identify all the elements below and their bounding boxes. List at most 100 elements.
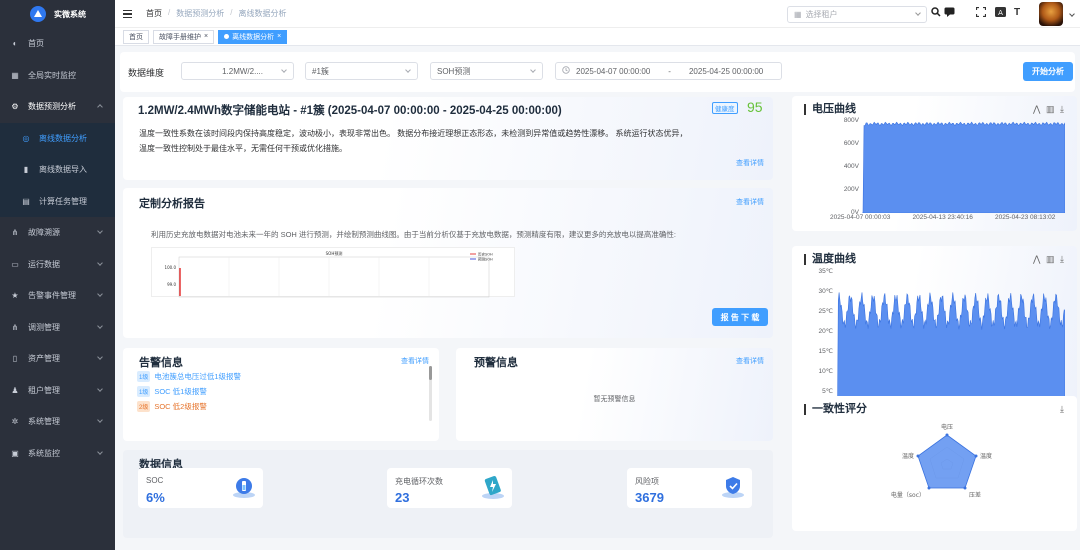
close-icon[interactable]: × bbox=[204, 33, 208, 40]
sidebar-item-6[interactable]: ⋔ 故障溯源 bbox=[0, 217, 115, 249]
date-end[interactable]: 2025-04-25 00:00:00 bbox=[689, 67, 763, 76]
alarm-item[interactable]: 1级 电池簇总电压过低1级报警 bbox=[137, 371, 241, 382]
charging-icon bbox=[482, 476, 504, 499]
download-icon[interactable]: ⤓ bbox=[1060, 104, 1064, 115]
fullscreen-icon[interactable] bbox=[975, 6, 987, 20]
report-detail-link[interactable]: 查看详情 bbox=[736, 197, 764, 207]
cluster-select[interactable]: #1簇 bbox=[305, 62, 418, 80]
chevron-icon bbox=[97, 228, 103, 234]
breadcrumb-home[interactable]: 首页 bbox=[146, 8, 162, 19]
chevron-icon bbox=[97, 448, 103, 455]
tenant-select[interactable]: ▦ 选择租户 bbox=[787, 6, 927, 23]
summary-detail-link[interactable]: 查看详情 bbox=[736, 158, 764, 168]
sidebar-item-13[interactable]: ▣ 系统监控 bbox=[0, 438, 115, 470]
sidebar-menu: ◐ 首页 ▦ 全局实时监控 ⚙ 数据预测分析 ◎ 离线数据分析 ▮ 离线数据导入 ▤ 计算任务管理 ⋔ 故… bbox=[0, 28, 115, 469]
alarm-item[interactable]: 1级 SOC 低1级报警 bbox=[137, 386, 207, 397]
sidebar-item-label: 离线数据分析 bbox=[39, 133, 87, 143]
tenant-placeholder: 选择租户 bbox=[805, 10, 838, 19]
user-avatar[interactable] bbox=[1039, 2, 1063, 26]
download-icon[interactable]: ⤓ bbox=[1060, 404, 1064, 415]
report-card: 定制分析报告 查看详情 利用历史充放电数据对电池未来一年的 SOH 进行预测，并… bbox=[123, 188, 773, 338]
tree-icon: ⋔ bbox=[11, 322, 19, 332]
sidebar-item-11[interactable]: ♟ 租户管理 bbox=[0, 375, 115, 407]
y-tick-label: 35℃ bbox=[818, 268, 833, 275]
cluster-value: #1簇 bbox=[312, 66, 329, 76]
soc-value: 6% bbox=[146, 490, 165, 505]
filter-label: 数据维度 bbox=[128, 67, 165, 78]
close-icon[interactable]: × bbox=[277, 33, 281, 40]
soh-chart: SOH预测 100.0 99.0 历史SOH 预测SOH bbox=[151, 247, 515, 298]
metric-select[interactable]: SOH预测 bbox=[430, 62, 543, 80]
app-name: 实微系统 bbox=[54, 9, 86, 19]
chevron-icon bbox=[97, 417, 103, 423]
tag-home[interactable]: 首页 bbox=[123, 29, 149, 44]
battery-gauge-icon bbox=[233, 478, 255, 498]
alarm-detail-link[interactable]: 查看详情 bbox=[401, 356, 429, 366]
consistency-card: 一致性评分 ⤓ 电压 温度 压差 电量（soc） 温度 bbox=[792, 396, 1077, 531]
x-tick-label: 2025-04-13 23:40:16 bbox=[912, 214, 973, 221]
chevron-down-icon[interactable] bbox=[1069, 11, 1075, 17]
sidebar-item-7[interactable]: ▭ 运行数据 bbox=[0, 249, 115, 281]
download-icon[interactable]: ⤓ bbox=[1060, 254, 1064, 265]
sidebar-item-9[interactable]: ⋔ 调测管理 bbox=[0, 312, 115, 344]
start-analysis-button[interactable]: 开始分析 bbox=[1023, 62, 1073, 81]
sidebar-item-12[interactable]: ✲ 系统管理 bbox=[0, 406, 115, 438]
message-icon[interactable] bbox=[944, 7, 955, 20]
date-range-picker[interactable]: 2025-04-07 00:00:00 - 2025-04-25 00:00:0… bbox=[555, 62, 782, 80]
sidebar-item-1[interactable]: ▦ 全局实时监控 bbox=[0, 60, 115, 92]
alarm-item[interactable]: 2级 SOC 低2级报警 bbox=[137, 401, 207, 412]
app-logo[interactable]: 实微系统 bbox=[0, 0, 115, 28]
menu-toggle-icon[interactable] bbox=[123, 9, 132, 18]
y-tick-label: 400V bbox=[843, 163, 859, 170]
line-chart-icon[interactable]: ⋀ bbox=[1033, 104, 1040, 115]
station-select[interactable]: 1.2MW/2.... bbox=[181, 62, 294, 80]
alarm-text: 电池簇总电压过低1级报警 bbox=[154, 372, 242, 381]
soh-chart-svg: SOH预测 100.0 99.0 历史SOH 预测SOH bbox=[165, 250, 493, 298]
cycle-label: 充电循环次数 bbox=[395, 477, 443, 486]
breadcrumb-analysis[interactable]: 数据预测分析 bbox=[176, 8, 224, 19]
sidebar-item-5[interactable]: ▤ 计算任务管理 bbox=[0, 185, 115, 217]
sidebar-item-3[interactable]: ◎ 离线数据分析 bbox=[0, 122, 115, 154]
bar-chart-icon[interactable]: ▥ bbox=[1046, 104, 1055, 115]
warning-title: 预警信息 bbox=[474, 357, 518, 369]
sidebar-item-label: 全局实时监控 bbox=[28, 70, 76, 80]
tag-offline-analysis[interactable]: 离线数据分析 × bbox=[218, 29, 288, 44]
sidebar-item-label: 数据预测分析 bbox=[28, 102, 76, 112]
sidebar-item-8[interactable]: ★ 告警事件管理 bbox=[0, 280, 115, 312]
sidebar-item-label: 计算任务管理 bbox=[39, 196, 87, 206]
alarm-scrollbar[interactable] bbox=[429, 366, 432, 421]
translate-icon[interactable]: A bbox=[995, 7, 1006, 20]
summary-title: 1.2MW/2.4MWh数字储能电站 - #1簇 (2025-04-07 00:… bbox=[138, 105, 562, 117]
sidebar-item-label: 离线数据导入 bbox=[39, 165, 87, 175]
bar-chart-icon[interactable]: ▥ bbox=[1046, 254, 1055, 265]
sidebar-item-0[interactable]: ◐ 首页 bbox=[0, 28, 115, 60]
radar-axis-soc: 电量（soc） bbox=[891, 491, 925, 499]
sidebar-item-label: 租户管理 bbox=[28, 385, 60, 395]
report-download-button[interactable]: 报 告 下 载 bbox=[712, 308, 768, 326]
x-tick-label: 2025-04-23 08:13:02 bbox=[995, 214, 1056, 221]
legend-history: 历史SOH bbox=[478, 252, 493, 257]
date-start[interactable]: 2025-04-07 00:00:00 bbox=[576, 67, 650, 76]
tree-icon: ⋔ bbox=[11, 228, 19, 238]
sidebar-item-label: 资产管理 bbox=[28, 354, 60, 364]
warning-empty: 暂无预警信息 bbox=[593, 396, 636, 403]
sidebar-item-10[interactable]: ▯ 资产管理 bbox=[0, 343, 115, 375]
voltage-card: 电压曲线 ⋀ ▥ ⤓ 800V 600V 400V 200V 0V 2025-04-07… bbox=[792, 96, 1077, 231]
warning-detail-link[interactable]: 查看详情 bbox=[736, 356, 764, 366]
import-icon: ▮ bbox=[23, 165, 29, 175]
soc-label: SOC bbox=[146, 476, 164, 485]
target-icon: ◎ bbox=[22, 133, 30, 143]
font-size-icon[interactable]: T bbox=[1014, 7, 1020, 18]
sidebar-item-4[interactable]: ▮ 离线数据导入 bbox=[0, 154, 115, 186]
chevron-icon bbox=[97, 291, 103, 297]
alarm-text: SOC 低2级报警 bbox=[154, 402, 207, 411]
line-chart-icon[interactable]: ⋀ bbox=[1033, 254, 1040, 265]
sidebar-item-2[interactable]: ⚙ 数据预测分析 bbox=[0, 91, 115, 123]
building-icon: ▦ bbox=[794, 10, 802, 19]
tag-label: 故障手册维护 bbox=[159, 33, 201, 41]
tag-fault-manual[interactable]: 故障手册维护 × bbox=[153, 29, 215, 44]
metric-value: SOH预测 bbox=[437, 66, 471, 76]
risk-shield-icon bbox=[722, 477, 744, 498]
sidebar-item-label: 调测管理 bbox=[28, 322, 60, 332]
search-icon[interactable] bbox=[931, 7, 941, 20]
